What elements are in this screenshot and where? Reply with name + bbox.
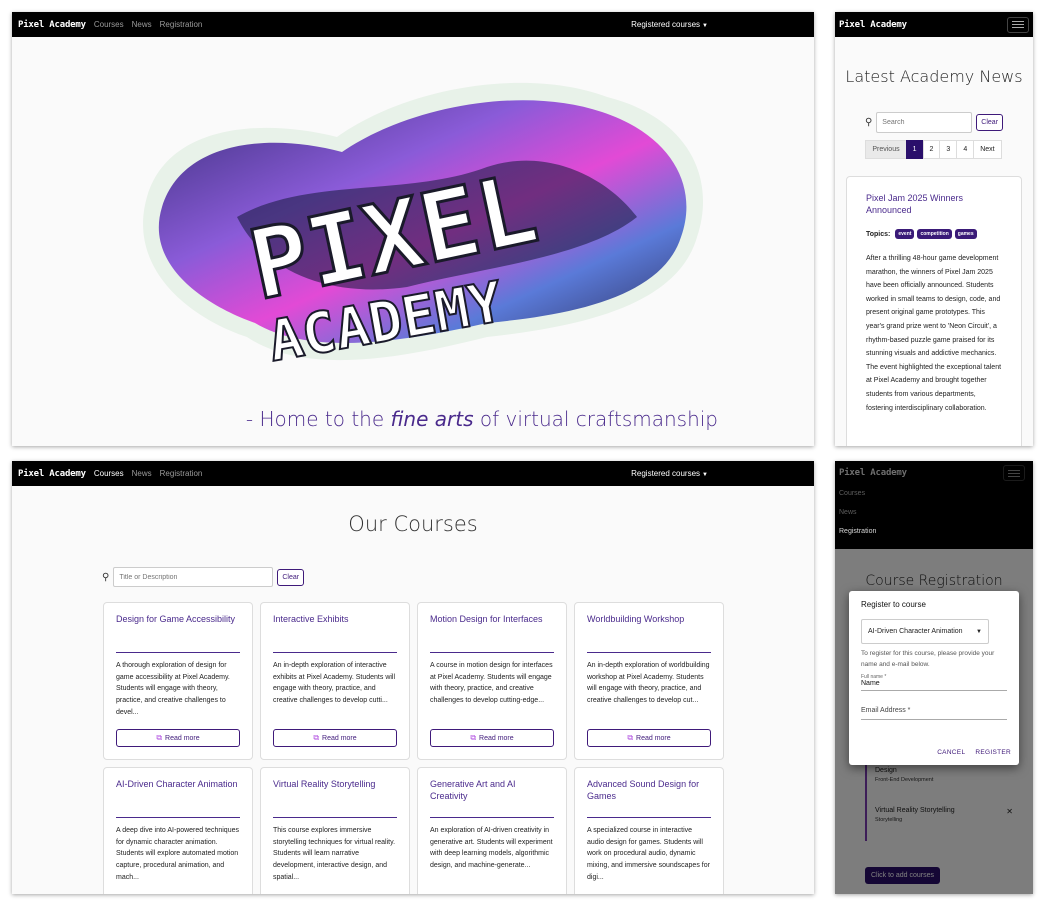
nav-link-news[interactable]: News — [132, 469, 152, 478]
register-dialog: Register to course AI-Driven Character A… — [849, 591, 1019, 765]
course-description: A specialized course in interactive audi… — [587, 827, 710, 881]
nav-link-registration[interactable]: Registration — [160, 469, 203, 478]
course-card: AI-Driven Character Animation A deep dive… — [103, 767, 253, 894]
copy-icon: ⧉ — [156, 733, 163, 742]
brand-logo[interactable]: Pixel Academy — [18, 20, 86, 30]
cancel-button[interactable]: CANCEL — [937, 749, 965, 756]
courses-search-input[interactable] — [113, 567, 274, 587]
courses-page-panel: Pixel Academy Courses News Registration … — [12, 461, 814, 894]
topic-tag[interactable]: games — [954, 229, 977, 239]
course-card: Virtual Reality Storytelling This course … — [260, 767, 410, 894]
caret-down-icon: ▼ — [702, 23, 708, 29]
news-page-panel: Pixel Academy Latest Academy News ⚲ Clea… — [835, 12, 1033, 446]
news-topics: Topics: event competition games — [866, 229, 1002, 239]
read-more-button[interactable]: ⧉ Read more — [587, 729, 711, 747]
news-clear-button[interactable]: Clear — [976, 114, 1004, 131]
register-button[interactable]: REGISTER — [975, 749, 1011, 756]
pagination-previous[interactable]: Previous — [865, 140, 907, 159]
course-description: An in-depth exploration of worldbuilding… — [587, 662, 710, 705]
course-select[interactable]: AI-Driven Character Animation ▼ — [861, 619, 989, 644]
nav-link-courses[interactable]: Courses — [94, 20, 124, 29]
course-card: Advanced Sound Design for Games A special… — [574, 767, 724, 894]
news-page-title: Latest Academy News — [845, 67, 1023, 86]
topics-label: Topics: — [866, 230, 891, 238]
copy-icon: ⧉ — [470, 733, 477, 742]
fullname-field[interactable]: Name — [861, 680, 1007, 691]
course-description: A thorough exploration of design for gam… — [116, 662, 230, 716]
dialog-help-text: To register for this course, please prov… — [861, 650, 995, 668]
dialog-actions: CANCEL REGISTER — [937, 749, 1011, 756]
registration-page-panel: Course Registration Design Front-End Dev… — [835, 461, 1033, 894]
nav-link-news[interactable]: News — [132, 20, 152, 29]
pagination-page-2[interactable]: 2 — [922, 140, 941, 159]
course-title[interactable]: AI-Driven Character Animation — [116, 779, 240, 818]
course-card: Worldbuilding Workshop An in-depth explor… — [574, 602, 724, 760]
navbar: Pixel Academy Courses News Registration … — [12, 12, 814, 37]
course-title[interactable]: Interactive Exhibits — [273, 614, 397, 653]
search-icon: ⚲ — [864, 117, 873, 128]
course-description: A course in motion design for interfaces… — [430, 662, 553, 705]
topic-tag[interactable]: competition — [917, 229, 952, 239]
pixel-academy-logo: PIXEL ACADEMY — [143, 82, 703, 376]
hamburger-menu-icon[interactable] — [1007, 16, 1029, 33]
pagination: Previous 1 2 3 4 Next — [835, 140, 1033, 159]
pagination-page-1[interactable]: 1 — [905, 140, 924, 159]
news-article-body: After a thrilling 48-hour game developme… — [866, 255, 1002, 412]
caret-down-icon: ▼ — [702, 472, 708, 478]
course-grid: Design for Game Accessibility A thorough … — [103, 602, 724, 894]
email-field[interactable]: Email Address * — [861, 707, 1007, 720]
course-title[interactable]: Generative Art and AI Creativity — [430, 779, 554, 818]
news-search-input[interactable] — [876, 112, 973, 133]
nav-link-news[interactable]: News — [839, 509, 857, 516]
mobile-menu-expanded: Pixel Academy Courses News Registration — [835, 461, 1033, 549]
pagination-next[interactable]: Next — [973, 140, 1002, 159]
brand-logo[interactable]: Pixel Academy — [18, 469, 86, 479]
hero: PIXEL ACADEMY - Home to the fine arts of… — [12, 37, 814, 446]
copy-icon: ⧉ — [627, 733, 634, 742]
nav-link-registration[interactable]: Registration — [839, 528, 876, 535]
news-article-card: Pixel Jam 2025 Winners Announced Topics:… — [846, 176, 1022, 446]
read-more-button[interactable]: ⧉ Read more — [273, 729, 397, 747]
read-more-button[interactable]: ⧉ Read more — [116, 729, 240, 747]
course-title[interactable]: Advanced Sound Design for Games — [587, 779, 711, 818]
hamburger-menu-icon[interactable] — [1003, 465, 1025, 481]
navbar: Pixel Academy Courses News Registration … — [12, 461, 814, 486]
courses-page-title: Our Courses — [348, 512, 478, 536]
news-search-row: ⚲ Clear — [835, 112, 1033, 133]
brand-logo[interactable]: Pixel Academy — [839, 20, 907, 30]
pagination-page-4[interactable]: 4 — [956, 140, 975, 159]
course-card: Generative Art and AI Creativity An explo… — [417, 767, 567, 894]
course-title[interactable]: Motion Design for Interfaces — [430, 614, 554, 653]
course-title[interactable]: Worldbuilding Workshop — [587, 614, 711, 653]
topic-tag[interactable]: event — [895, 229, 915, 239]
courses-clear-button[interactable]: Clear — [277, 568, 305, 586]
read-more-button[interactable]: ⧉ Read more — [430, 729, 554, 747]
course-description: An exploration of AI-driven creativity i… — [430, 827, 553, 870]
registered-courses-dropdown[interactable]: Registered courses ▼ — [631, 20, 708, 29]
pagination-page-3[interactable]: 3 — [939, 140, 958, 159]
nav-link-courses[interactable]: Courses — [94, 469, 124, 478]
nav-link-courses[interactable]: Courses — [839, 490, 865, 497]
course-card: Interactive Exhibits An in-depth explorat… — [260, 602, 410, 760]
course-description: This course explores immersive storytell… — [273, 827, 396, 881]
course-description: An in-depth exploration of interactive e… — [273, 662, 396, 705]
registered-courses-dropdown[interactable]: Registered courses ▼ — [631, 469, 708, 478]
courses-search-row: ⚲ Clear — [102, 567, 305, 587]
course-title[interactable]: Virtual Reality Storytelling — [273, 779, 397, 818]
course-card: Design for Game Accessibility A thorough … — [103, 602, 253, 760]
course-description: A deep dive into AI-powered techniques f… — [116, 827, 239, 881]
course-title[interactable]: Design for Game Accessibility — [116, 614, 240, 653]
tagline: - Home to the fine arts of virtual craft… — [245, 407, 718, 431]
caret-down-icon: ▼ — [976, 628, 982, 635]
brand-logo[interactable]: Pixel Academy — [839, 468, 907, 478]
mobile-navbar: Pixel Academy — [835, 12, 1033, 37]
news-article-title[interactable]: Pixel Jam 2025 Winners Announced — [866, 192, 1002, 216]
nav-link-registration[interactable]: Registration — [160, 20, 203, 29]
home-page-panel: Pixel Academy Courses News Registration … — [12, 12, 814, 446]
copy-icon: ⧉ — [313, 733, 320, 742]
dialog-title: Register to course — [861, 600, 926, 609]
search-icon: ⚲ — [102, 571, 110, 583]
course-card: Motion Design for Interfaces A course in … — [417, 602, 567, 760]
